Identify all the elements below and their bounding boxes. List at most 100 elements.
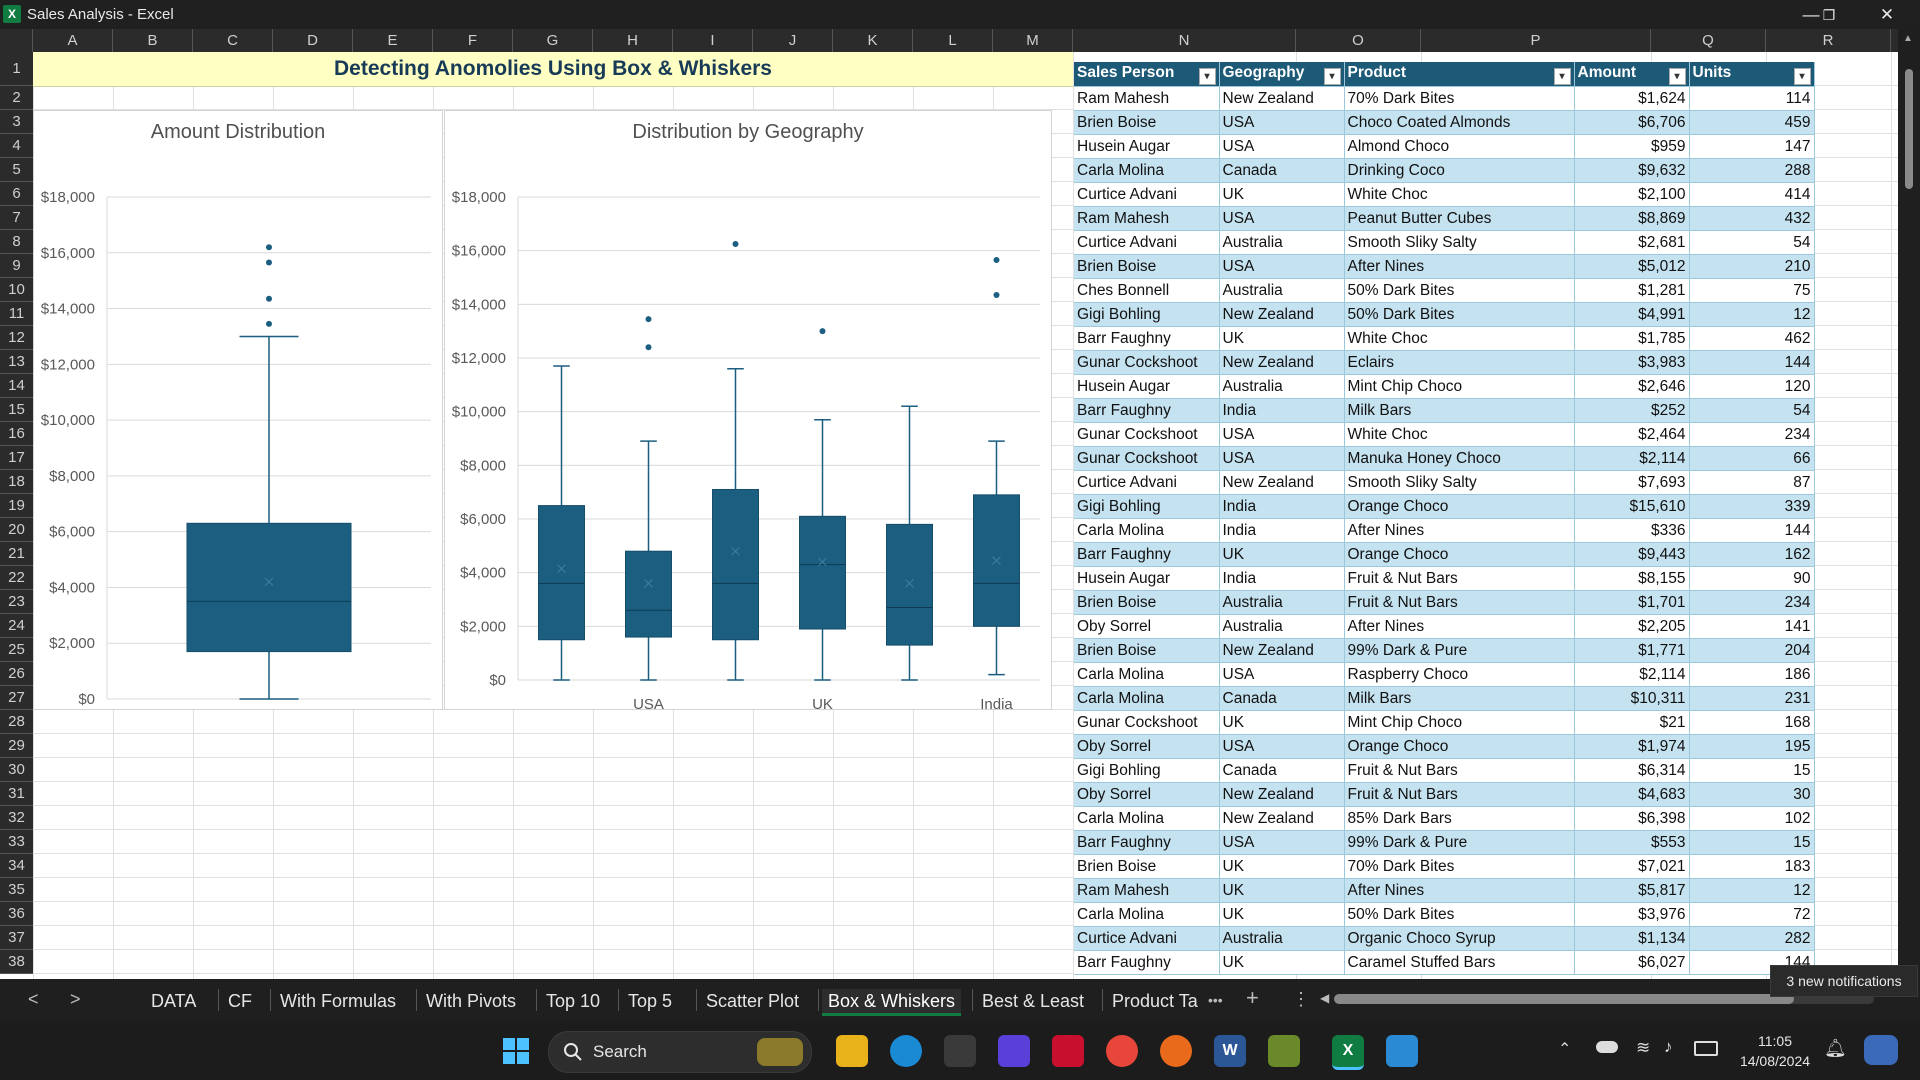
clock[interactable]: 11:05 14/08/2024: [1730, 1031, 1820, 1071]
table-cell[interactable]: $553: [1574, 830, 1690, 855]
select-all-corner[interactable]: [0, 29, 33, 52]
table-cell[interactable]: Gunar Cockshoot: [1074, 446, 1220, 471]
table-cell[interactable]: 210: [1689, 254, 1815, 279]
table-cell[interactable]: 144: [1689, 350, 1815, 375]
row-header-29[interactable]: 29: [0, 734, 33, 758]
table-cell[interactable]: $5,817: [1574, 878, 1690, 903]
table-cell[interactable]: Eclairs: [1344, 350, 1575, 375]
table-cell[interactable]: Milk Bars: [1344, 686, 1575, 711]
table-cell[interactable]: 120: [1689, 374, 1815, 399]
table-cell[interactable]: New Zealand: [1219, 350, 1345, 375]
table-cell[interactable]: Gigi Bohling: [1074, 758, 1220, 783]
table-cell[interactable]: Manuka Honey Choco: [1344, 446, 1575, 471]
table-cell[interactable]: India: [1219, 398, 1345, 423]
row-header-33[interactable]: 33: [0, 830, 33, 854]
row-header-11[interactable]: 11: [0, 302, 33, 326]
table-cell[interactable]: USA: [1219, 446, 1345, 471]
table-cell[interactable]: 54: [1689, 230, 1815, 255]
table-cell[interactable]: $959: [1574, 134, 1690, 159]
edge-icon[interactable]: [890, 1035, 922, 1067]
table-cell[interactable]: Brien Boise: [1074, 590, 1220, 615]
table-cell[interactable]: Canada: [1219, 686, 1345, 711]
sheet-menu-icon[interactable]: ⋮: [1292, 989, 1310, 1010]
table-cell[interactable]: Raspberry Choco: [1344, 662, 1575, 687]
scroll-left-icon[interactable]: ◀: [1320, 991, 1329, 1005]
column-header-g[interactable]: G: [513, 29, 593, 52]
table-cell[interactable]: Barr Faughny: [1074, 398, 1220, 423]
table-cell[interactable]: Smooth Sliky Salty: [1344, 230, 1575, 255]
row-header-26[interactable]: 26: [0, 662, 33, 686]
table-cell[interactable]: India: [1219, 494, 1345, 519]
table-cell[interactable]: New Zealand: [1219, 302, 1345, 327]
table-cell[interactable]: 339: [1689, 494, 1815, 519]
row-header-9[interactable]: 9: [0, 254, 33, 278]
chevron-up-icon[interactable]: ⌃: [1558, 1039, 1571, 1059]
table-cell[interactable]: Almond Choco: [1344, 134, 1575, 159]
table-cell[interactable]: $9,443: [1574, 542, 1690, 567]
row-header-14[interactable]: 14: [0, 374, 33, 398]
table-cell[interactable]: Carla Molina: [1074, 686, 1220, 711]
table-cell[interactable]: Ram Mahesh: [1074, 878, 1220, 903]
table-cell[interactable]: Ram Mahesh: [1074, 86, 1220, 111]
table-cell[interactable]: $1,134: [1574, 926, 1690, 951]
notification-toast[interactable]: 3 new notifications: [1770, 965, 1918, 997]
column-header-r[interactable]: R: [1766, 29, 1891, 52]
table-cell[interactable]: Canada: [1219, 158, 1345, 183]
table-cell[interactable]: $1,701: [1574, 590, 1690, 615]
table-cell[interactable]: $2,646: [1574, 374, 1690, 399]
table-cell[interactable]: 204: [1689, 638, 1815, 663]
table-cell[interactable]: Curtice Advani: [1074, 182, 1220, 207]
table-cell[interactable]: 282: [1689, 926, 1815, 951]
column-header-m[interactable]: M: [993, 29, 1073, 52]
table-cell[interactable]: 195: [1689, 734, 1815, 759]
table-cell[interactable]: $2,114: [1574, 446, 1690, 471]
row-header-2[interactable]: 2: [0, 86, 33, 110]
table-cell[interactable]: 462: [1689, 326, 1815, 351]
row-header-3[interactable]: 3: [0, 110, 33, 134]
more-tabs-icon[interactable]: •••: [1208, 992, 1223, 1008]
file-explorer-icon[interactable]: [836, 1035, 868, 1067]
table-cell[interactable]: New Zealand: [1219, 470, 1345, 495]
photos-icon[interactable]: [1386, 1035, 1418, 1067]
table-cell[interactable]: Drinking Coco: [1344, 158, 1575, 183]
table-cell[interactable]: 231: [1689, 686, 1815, 711]
table-cell[interactable]: Australia: [1219, 590, 1345, 615]
sheet-tab[interactable]: CF: [228, 989, 252, 1013]
excel-taskbar-icon[interactable]: X: [1332, 1035, 1364, 1070]
table-cell[interactable]: 147: [1689, 134, 1815, 159]
table-cell[interactable]: Brien Boise: [1074, 254, 1220, 279]
row-header-6[interactable]: 6: [0, 182, 33, 206]
table-cell[interactable]: Barr Faughny: [1074, 326, 1220, 351]
table-cell[interactable]: USA: [1219, 830, 1345, 855]
app-icon[interactable]: [998, 1035, 1030, 1067]
filter-dropdown-icon[interactable]: ▾: [1668, 67, 1686, 85]
table-header-cell[interactable]: Units ▾: [1689, 62, 1815, 87]
table-cell[interactable]: Gunar Cockshoot: [1074, 422, 1220, 447]
table-cell[interactable]: 414: [1689, 182, 1815, 207]
table-cell[interactable]: Fruit & Nut Bars: [1344, 782, 1575, 807]
table-cell[interactable]: 50% Dark Bites: [1344, 302, 1575, 327]
table-cell[interactable]: Ram Mahesh: [1074, 206, 1220, 231]
table-cell[interactable]: 72: [1689, 902, 1815, 927]
battery-icon[interactable]: [1694, 1041, 1718, 1056]
row-header-20[interactable]: 20: [0, 518, 33, 542]
table-cell[interactable]: $7,693: [1574, 470, 1690, 495]
table-cell[interactable]: Fruit & Nut Bars: [1344, 590, 1575, 615]
table-cell[interactable]: Choco Coated Almonds: [1344, 110, 1575, 135]
row-header-21[interactable]: 21: [0, 542, 33, 566]
sheet-tab[interactable]: Scatter Plot: [706, 989, 799, 1013]
table-cell[interactable]: $3,976: [1574, 902, 1690, 927]
add-sheet-icon[interactable]: +: [1246, 985, 1259, 1011]
volume-icon[interactable]: ♪: [1664, 1037, 1673, 1057]
table-cell[interactable]: Carla Molina: [1074, 518, 1220, 543]
table-cell[interactable]: $8,869: [1574, 206, 1690, 231]
table-cell[interactable]: Barr Faughny: [1074, 830, 1220, 855]
table-cell[interactable]: Carla Molina: [1074, 158, 1220, 183]
table-cell[interactable]: $7,021: [1574, 854, 1690, 879]
worksheet-grid[interactable]: ABCDEFGHIJKLMNOPQRS 12345678910111213141…: [0, 29, 1920, 979]
copilot-icon[interactable]: [1864, 1035, 1898, 1065]
row-header-30[interactable]: 30: [0, 758, 33, 782]
table-cell[interactable]: Brien Boise: [1074, 110, 1220, 135]
table-cell[interactable]: Husein Augar: [1074, 374, 1220, 399]
row-header-23[interactable]: 23: [0, 590, 33, 614]
